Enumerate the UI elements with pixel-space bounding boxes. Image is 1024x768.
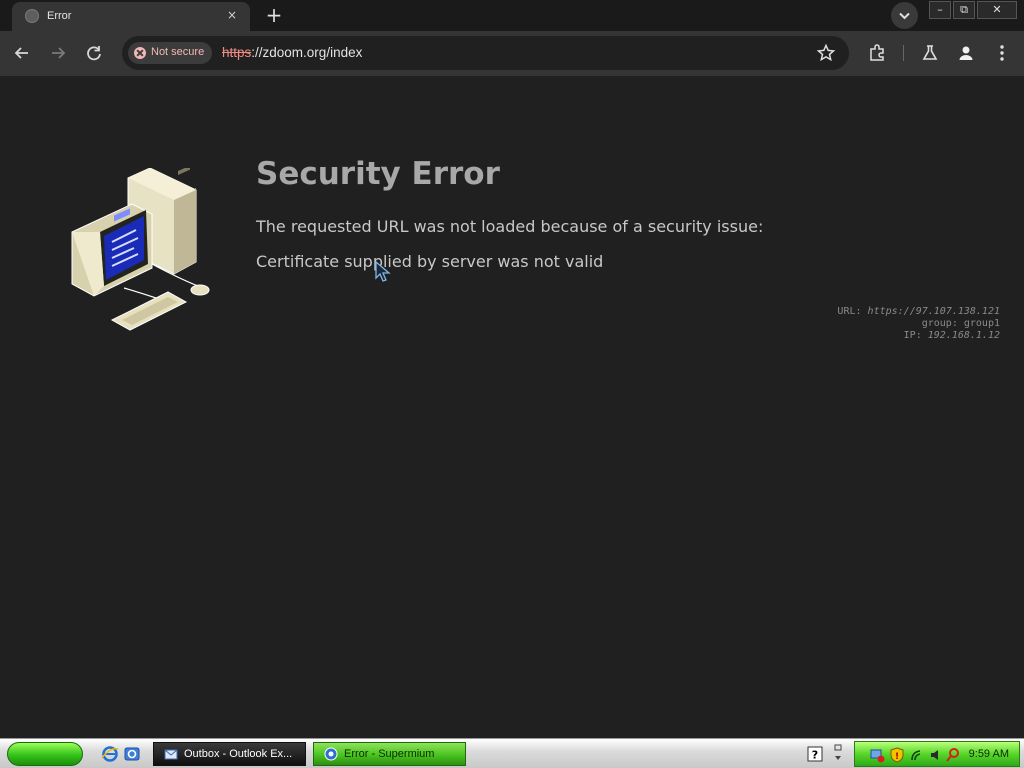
tab-close-icon[interactable]: ×: [224, 7, 240, 23]
start-button[interactable]: [7, 742, 83, 766]
meta-group-value: group1: [963, 318, 1000, 329]
svg-text:!: !: [895, 752, 899, 762]
forward-icon: [52, 47, 66, 59]
outbox-icon: [164, 749, 178, 760]
star-icon: [816, 43, 836, 62]
url-rest: ://zdoom.org/index: [251, 45, 363, 60]
menu-button[interactable]: [989, 40, 1015, 66]
meta-ip-value: 192.168.1.12: [927, 330, 1000, 341]
mouse-cursor-icon: [375, 261, 391, 282]
not-secure-icon: [134, 47, 146, 59]
meta-group-label: group:: [921, 318, 958, 329]
browser-toolbar: Not secure https://zdoom.org/index: [0, 31, 1024, 76]
not-secure-chip[interactable]: Not secure: [128, 42, 212, 64]
system-tray: ! 9:59 AM: [854, 741, 1020, 767]
extensions-button[interactable]: [864, 40, 890, 66]
internet-explorer-icon[interactable]: [101, 745, 119, 763]
url-text[interactable]: https://zdoom.org/index: [222, 45, 362, 60]
forward-button[interactable]: [45, 40, 71, 66]
task-label: Error - Supermium: [344, 748, 435, 760]
security-shield-icon[interactable]: !: [889, 747, 905, 763]
search-icon[interactable]: [945, 747, 961, 763]
help-icon[interactable]: ?: [807, 746, 823, 762]
error-page: Security Error The requested URL was not…: [0, 76, 1024, 738]
back-button[interactable]: [9, 40, 35, 66]
minimize-button[interactable]: –: [929, 1, 951, 19]
back-icon: [14, 47, 28, 59]
new-tab-button[interactable]: +: [262, 4, 286, 26]
meta-ip-label: IP:: [903, 330, 922, 341]
taskbar: Outbox - Outlook Ex... Error - Supermium…: [0, 738, 1024, 768]
labs-flask-icon: [922, 45, 938, 60]
menu-kebab-icon: [1000, 45, 1004, 61]
request-meta: URL: https://97.107.138.121 group: group…: [837, 306, 1000, 342]
svg-text:?: ?: [812, 749, 818, 762]
toolbar-separator: [903, 45, 904, 61]
meta-url-value: https://97.107.138.121: [867, 306, 1000, 317]
reload-icon: [87, 46, 101, 61]
extensions-icon: [870, 44, 884, 61]
address-bar[interactable]: Not secure https://zdoom.org/index: [122, 36, 849, 70]
browser-titlebar: Error × + – ⧉ ✕: [0, 0, 1024, 31]
profile-button[interactable]: [953, 40, 979, 66]
task-outlook-express[interactable]: Outbox - Outlook Ex...: [153, 742, 306, 766]
meta-url-label: URL:: [837, 306, 862, 317]
tab-search-button[interactable]: [891, 2, 918, 29]
not-secure-label: Not secure: [151, 46, 205, 58]
clock: 9:59 AM: [968, 748, 1009, 760]
url-scheme: https: [222, 45, 252, 60]
close-window-button[interactable]: ✕: [977, 1, 1017, 19]
supermium-icon: [324, 747, 338, 761]
reload-button[interactable]: [81, 40, 107, 66]
task-supermium[interactable]: Error - Supermium: [313, 742, 466, 766]
tab-error[interactable]: Error ×: [12, 2, 250, 31]
tab-title: Error: [47, 10, 72, 22]
chevron-down-icon: [899, 12, 910, 20]
page-title: Security Error: [256, 156, 500, 192]
task-label: Outbox - Outlook Ex...: [184, 748, 293, 760]
restore-button[interactable]: ⧉: [953, 1, 975, 19]
globe-favicon-icon: [25, 9, 39, 23]
network-alert-icon[interactable]: [869, 747, 885, 763]
wireless-icon[interactable]: [909, 747, 925, 763]
bookmark-button[interactable]: [813, 40, 839, 66]
tray-expand-icon[interactable]: [832, 744, 844, 764]
computer-illustration-icon: [71, 168, 210, 331]
labs-button[interactable]: [917, 40, 943, 66]
error-description: The requested URL was not loaded because…: [256, 217, 764, 236]
profile-icon: [959, 46, 973, 60]
outlook-express-icon[interactable]: [123, 745, 141, 763]
error-detail: Certificate supplied by server was not v…: [256, 252, 604, 271]
volume-icon[interactable]: [929, 747, 945, 763]
